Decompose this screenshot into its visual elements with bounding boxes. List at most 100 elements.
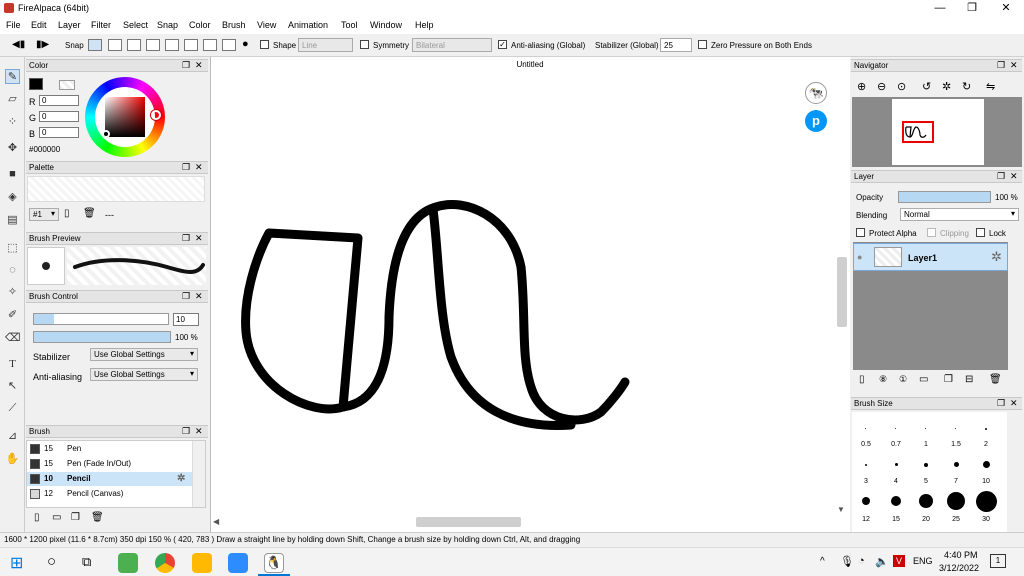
menu-view[interactable]: View xyxy=(257,20,276,30)
menu-edit[interactable]: Edit xyxy=(31,20,47,30)
menu-color[interactable]: Color xyxy=(189,20,211,30)
brush-list-item[interactable]: 12 Pencil (Canvas) xyxy=(27,487,193,501)
brush-folder-icon[interactable]: ▭ xyxy=(52,512,61,523)
lasso-tool-icon[interactable]: ◌ xyxy=(5,263,20,278)
panel-float-icon[interactable]: ❐ xyxy=(182,291,190,302)
brush-size-label[interactable]: 4 xyxy=(886,478,906,485)
menu-filter[interactable]: Filter xyxy=(91,20,111,30)
layer-settings-icon[interactable]: ✲ xyxy=(991,249,1002,265)
panel-close-icon[interactable]: ✕ xyxy=(1010,60,1018,71)
eyedropper-tool-icon[interactable]: ⊿ xyxy=(5,429,20,444)
menu-tool[interactable]: Tool xyxy=(341,20,358,30)
brush-list-item[interactable]: 15 Pen xyxy=(27,442,193,456)
g-input[interactable]: 0 xyxy=(39,111,79,122)
magic-wand-tool-icon[interactable]: ✧ xyxy=(5,285,20,300)
microphone-icon[interactable]: 🎙 xyxy=(840,555,854,568)
windows-start-icon[interactable]: ⊞ xyxy=(10,553,23,573)
stabilizer-select[interactable]: 25 xyxy=(660,38,692,52)
antialias-checkbox[interactable]: ✓ xyxy=(498,40,507,49)
zoom-out-icon[interactable]: ⊖ xyxy=(877,80,886,93)
brush-settings-icon[interactable]: ✲ xyxy=(177,473,185,484)
volume-icon[interactable]: 🔈 xyxy=(875,555,889,568)
select-pen-tool-icon[interactable]: ✐ xyxy=(5,308,20,323)
layer-folder-icon[interactable]: ▭ xyxy=(919,374,928,385)
antialias-dropdown[interactable]: Use Global Settings xyxy=(90,368,198,381)
rotate-right-icon[interactable]: ↻ xyxy=(962,80,971,93)
stabilizer-dropdown[interactable]: Use Global Settings xyxy=(90,348,198,361)
brush-size-label[interactable]: 0.7 xyxy=(886,441,906,448)
layer-opacity-slider[interactable] xyxy=(898,191,991,203)
snap-curve-icon[interactable] xyxy=(203,39,217,51)
prev-icon[interactable]: ◀▮ xyxy=(12,39,25,50)
panel-float-icon[interactable]: ❐ xyxy=(997,398,1005,409)
palette-selector[interactable]: #1 xyxy=(29,208,59,221)
menu-file[interactable]: File xyxy=(6,20,21,30)
panel-float-icon[interactable]: ❐ xyxy=(182,426,190,437)
drawing-canvas[interactable] xyxy=(211,57,851,532)
snap-vanishing-icon[interactable] xyxy=(146,39,160,51)
merge-layer-icon[interactable]: ⊟ xyxy=(965,374,973,385)
alpaca-mascot-icon[interactable]: 🐄 xyxy=(805,82,827,104)
firealpaca-taskbar-icon[interactable]: 🐧 xyxy=(264,553,284,573)
new-layer-icon[interactable]: ▯ xyxy=(859,374,865,385)
scroll-left-icon[interactable]: ◀ xyxy=(213,517,219,526)
brush-delete-icon[interactable]: 🗑 xyxy=(91,512,104,523)
brush-opacity-slider[interactable] xyxy=(33,331,171,343)
zoom-fit-icon[interactable]: ⊙ xyxy=(897,80,906,93)
canvas-area[interactable]: Untitled 🐄 p ◀ ▼ xyxy=(210,57,850,532)
operation-tool-icon[interactable]: ↖ xyxy=(5,379,20,394)
scroll-down-icon[interactable]: ▼ xyxy=(837,505,845,514)
palette-grid[interactable] xyxy=(27,176,205,202)
file-explorer-icon[interactable] xyxy=(192,553,212,573)
symmetry-select[interactable]: Bilateral xyxy=(412,38,492,52)
new-1bit-layer-icon[interactable]: ① xyxy=(899,374,907,385)
snap-radial-icon[interactable] xyxy=(165,39,179,51)
menu-window[interactable]: Window xyxy=(370,20,402,30)
hue-wheel[interactable] xyxy=(85,77,165,157)
panel-float-icon[interactable]: ❐ xyxy=(182,60,190,71)
menu-layer[interactable]: Layer xyxy=(58,20,81,30)
snap-parallel-icon[interactable] xyxy=(108,39,122,51)
palette-new-icon[interactable]: ▯ xyxy=(64,208,70,219)
primary-color-swatch[interactable] xyxy=(29,78,43,90)
select-eraser-tool-icon[interactable]: ⌫ xyxy=(5,331,21,346)
fill-rect-tool-icon[interactable]: ■ xyxy=(5,167,20,182)
panel-close-icon[interactable]: ✕ xyxy=(195,291,203,302)
notification-icon[interactable]: 1 xyxy=(990,554,1006,568)
panel-float-icon[interactable]: ❐ xyxy=(997,171,1005,182)
select-tool-icon[interactable]: ⬚ xyxy=(5,241,20,256)
menu-brush[interactable]: Brush xyxy=(222,20,246,30)
clock-time[interactable]: 4:40 PM xyxy=(944,550,978,560)
new-brush-icon[interactable]: ▯ xyxy=(34,512,40,523)
menu-animation[interactable]: Animation xyxy=(288,20,328,30)
brush-list-item[interactable]: 15 Pen (Fade In/Out) xyxy=(27,457,193,471)
next-icon[interactable]: ▮▶ xyxy=(36,39,49,50)
move-tool-icon[interactable]: ✥ xyxy=(5,141,20,156)
blending-dropdown[interactable]: Normal xyxy=(900,208,1019,221)
transparent-color-swatch[interactable] xyxy=(59,80,75,90)
shape-checkbox[interactable] xyxy=(260,40,269,49)
duplicate-layer-icon[interactable]: ❐ xyxy=(944,374,953,385)
rotate-reset-icon[interactable]: ✲ xyxy=(942,80,951,93)
brush-size-label[interactable]: 10 xyxy=(976,478,996,485)
vertical-scrollbar-thumb[interactable] xyxy=(837,257,847,327)
zero-pressure-checkbox[interactable] xyxy=(698,40,707,49)
restore-button[interactable]: ❐ xyxy=(956,0,988,17)
layer-scrollbar[interactable] xyxy=(1009,242,1022,370)
delete-layer-icon[interactable]: 🗑 xyxy=(989,374,1002,385)
chrome-icon[interactable] xyxy=(155,553,175,573)
panel-float-icon[interactable]: ❐ xyxy=(182,162,190,173)
close-button[interactable]: ✕ xyxy=(990,0,1022,17)
hand-tool-icon[interactable]: ✋ xyxy=(5,452,20,467)
brush-size-input[interactable]: 10 xyxy=(173,313,199,326)
brush-size-label[interactable]: 5 xyxy=(916,478,936,485)
brush-size-label[interactable]: 3 xyxy=(856,478,876,485)
brush-size-scrollbar[interactable] xyxy=(1009,412,1022,532)
protect-alpha-checkbox[interactable] xyxy=(856,228,865,237)
brush-size-label[interactable]: 25 xyxy=(946,516,966,523)
panel-close-icon[interactable]: ✕ xyxy=(195,233,203,244)
brush-list-item-selected[interactable]: 10 Pencil ✲ xyxy=(27,472,193,486)
brush-list-scrollbar[interactable] xyxy=(192,441,205,507)
clipping-checkbox[interactable] xyxy=(927,228,936,237)
zoom-icon[interactable] xyxy=(228,553,248,573)
